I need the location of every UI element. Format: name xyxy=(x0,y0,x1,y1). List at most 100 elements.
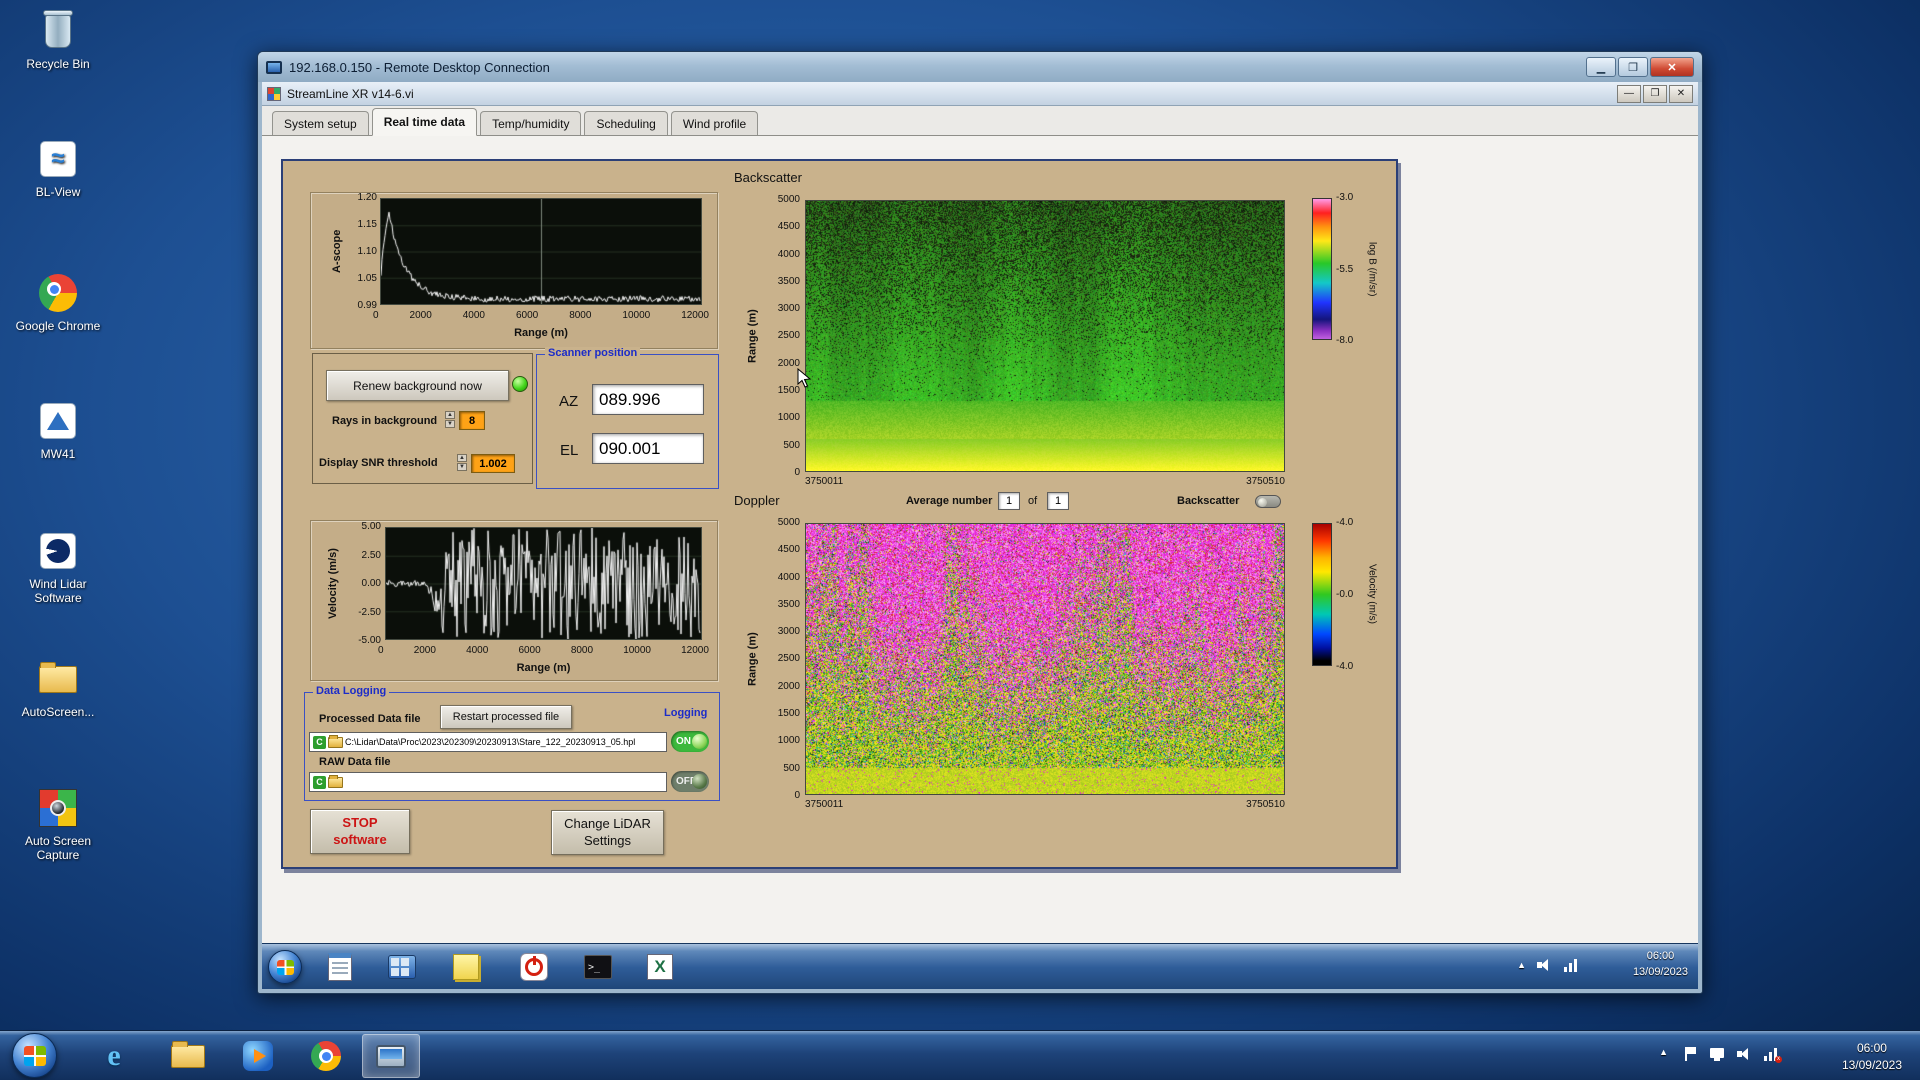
rays-spinner[interactable]: ▲ ▼ xyxy=(445,411,456,428)
remote-taskbar-network[interactable] xyxy=(382,947,422,987)
rdp-client-area: StreamLine XR v14-6.vi — ❐ ✕ System setu… xyxy=(262,82,1698,989)
show-hidden-icons-icon[interactable]: ▲ xyxy=(1659,1047,1668,1057)
app-restore-button[interactable]: ❐ xyxy=(1643,84,1667,103)
front-panel: A-scope 1.20 1.15 1.10 1.05 0.99 0 2000 4000 60… xyxy=(281,159,1398,869)
backscatter-title: Backscatter xyxy=(734,170,802,185)
data-logging-box: Data Logging Processed Data file Restart… xyxy=(304,685,720,801)
backscatter-display-toggle[interactable] xyxy=(1255,495,1281,508)
processed-path-text: C:\Lidar\Data\Proc\2023\202309\20230913\… xyxy=(345,737,636,747)
remote-taskbar-sticky-notes[interactable] xyxy=(446,947,486,987)
desktop-icon-wind-lidar[interactable]: Wind Lidar Software xyxy=(10,528,106,605)
desktop-icon-auto-screen-capture[interactable]: Auto Screen Capture xyxy=(10,785,106,862)
tab-real-time-data[interactable]: Real time data xyxy=(371,108,478,136)
raw-data-file-path[interactable]: C xyxy=(309,772,667,792)
raw-data-file-label: RAW Data file xyxy=(319,756,391,768)
snr-threshold-field[interactable]: 1.002 xyxy=(471,454,515,473)
browse-folder-icon[interactable] xyxy=(328,774,343,788)
app-titlebar[interactable]: StreamLine XR v14-6.vi — ❐ ✕ xyxy=(262,82,1698,106)
raw-logging-toggle[interactable]: OFF xyxy=(671,771,709,792)
remote-taskbar-spreadsheet[interactable]: X xyxy=(640,947,680,987)
tab-wind-profile[interactable]: Wind profile xyxy=(670,111,759,135)
tick-label: 8000 xyxy=(569,310,592,321)
rdp-titlebar[interactable]: 192.168.0.150 - Remote Desktop Connectio… xyxy=(258,52,1702,82)
taskbar-chrome[interactable] xyxy=(300,1034,352,1078)
tick-label: 1000 xyxy=(777,412,800,424)
renew-background-button[interactable]: Renew background now xyxy=(326,370,509,401)
tick-label: 2.50 xyxy=(361,549,381,561)
doppler-title: Doppler xyxy=(734,493,780,508)
show-hidden-icons-icon[interactable]: ▲ xyxy=(1517,960,1526,970)
remote-taskbar-power[interactable] xyxy=(514,947,554,987)
desktop-icon-mw41[interactable]: MW41 xyxy=(10,398,106,461)
rdp-window-title: 192.168.0.150 - Remote Desktop Connectio… xyxy=(289,59,550,75)
taskbar-internet-explorer[interactable]: e xyxy=(88,1034,140,1078)
taskbar-remote-desktop-active[interactable] xyxy=(362,1034,420,1078)
snr-threshold-label: Display SNR threshold xyxy=(319,457,438,469)
average-of-field[interactable]: 1 xyxy=(1047,492,1069,510)
restart-processed-file-button[interactable]: Restart processed file xyxy=(440,705,572,729)
scanner-position-box: Scanner position AZ 089.996 EL 090.001 xyxy=(536,347,719,489)
browse-folder-icon[interactable] xyxy=(328,734,343,748)
desktop-icon-label: Recycle Bin xyxy=(26,57,90,71)
el-value-field[interactable]: 090.001 xyxy=(592,433,704,464)
remote-taskbar-terminal[interactable]: >_ xyxy=(578,947,618,987)
tick-label: 12000 xyxy=(681,645,709,656)
rays-in-background-field[interactable]: 8 xyxy=(459,411,485,430)
tick-label: 2000 xyxy=(413,645,436,656)
processed-data-file-path[interactable]: C C:\Lidar\Data\Proc\2023\202309\2023091… xyxy=(309,732,667,752)
tab-temp-humidity[interactable]: Temp/humidity xyxy=(480,111,582,135)
taskbar-media-player[interactable] xyxy=(232,1034,284,1078)
remote-clock[interactable]: 06:00 13/09/2023 xyxy=(1633,949,1688,981)
taskbar-file-explorer[interactable] xyxy=(162,1034,214,1078)
clock-time: 06:00 xyxy=(1856,1041,1887,1055)
processed-logging-toggle[interactable]: ON xyxy=(671,731,709,752)
tick-label: 2500 xyxy=(777,330,800,342)
tick-label: 6000 xyxy=(518,645,541,656)
rdp-restore-button[interactable]: ❐ xyxy=(1618,57,1648,77)
desktop-icon-autoscreen[interactable]: AutoScreen... xyxy=(10,656,106,719)
tab-scheduling[interactable]: Scheduling xyxy=(584,111,668,135)
tab-bar: System setup Real time data Temp/humidit… xyxy=(262,106,1698,136)
doppler-colorbar xyxy=(1312,523,1332,666)
stop-software-button[interactable]: STOP software xyxy=(310,809,410,854)
desktop-icon-recycle-bin[interactable]: Recycle Bin xyxy=(10,8,106,71)
rdp-minimize-button[interactable]: ▁ xyxy=(1586,57,1616,77)
processed-data-file-label: Processed Data file xyxy=(319,713,421,725)
network-icon[interactable]: x xyxy=(1764,1047,1782,1063)
tick-label: 10000 xyxy=(623,645,651,656)
az-value-field[interactable]: 089.996 xyxy=(592,384,704,415)
volume-icon[interactable] xyxy=(1737,1047,1753,1061)
average-number-label: Average number xyxy=(906,495,993,507)
backscatter-plot xyxy=(805,200,1285,472)
action-center-flag-icon[interactable] xyxy=(1683,1047,1699,1061)
stop-button-line1: STOP xyxy=(342,814,378,830)
app-close-button[interactable]: ✕ xyxy=(1669,84,1693,103)
desktop-icon-bl-view[interactable]: ≈ BL-View xyxy=(10,136,106,199)
remote-taskbar-notepad[interactable] xyxy=(320,947,360,987)
desktop-icon-google-chrome[interactable]: Google Chrome xyxy=(10,270,106,333)
tick-label: 8000 xyxy=(570,645,594,656)
az-label: AZ xyxy=(559,393,579,410)
tick-label: 1000 xyxy=(777,735,800,747)
tick-label: 1.15 xyxy=(357,219,377,230)
change-lidar-settings-button[interactable]: Change LiDAR Settings xyxy=(551,810,664,855)
start-button[interactable] xyxy=(12,1033,57,1078)
average-number-field[interactable]: 1 xyxy=(998,492,1020,510)
display-icon[interactable] xyxy=(1710,1047,1726,1061)
remote-start-button[interactable] xyxy=(268,950,302,984)
snr-spinner[interactable]: ▲ ▼ xyxy=(457,454,468,471)
tab-system-setup[interactable]: System setup xyxy=(272,111,369,135)
clock[interactable]: 06:00 13/09/2023 xyxy=(1842,1040,1902,1074)
remote-taskbar: >_ X ▲ 06:00 13/09/2023 xyxy=(262,943,1698,989)
volume-icon[interactable] xyxy=(1537,958,1553,972)
network-icon[interactable] xyxy=(1564,958,1580,972)
backscatter-x-start: 3750011 xyxy=(805,476,844,487)
background-controls-box: Renew background now Rays in background … xyxy=(312,353,533,484)
tick-label: 2000 xyxy=(409,310,432,321)
backscatter-canvas xyxy=(806,201,1284,471)
app-minimize-button[interactable]: — xyxy=(1617,84,1641,103)
rdp-close-button[interactable]: ✕ xyxy=(1650,57,1694,77)
notepad-icon xyxy=(328,953,352,981)
tick-label: 0 xyxy=(794,466,800,478)
data-logging-title: Data Logging xyxy=(313,685,390,697)
